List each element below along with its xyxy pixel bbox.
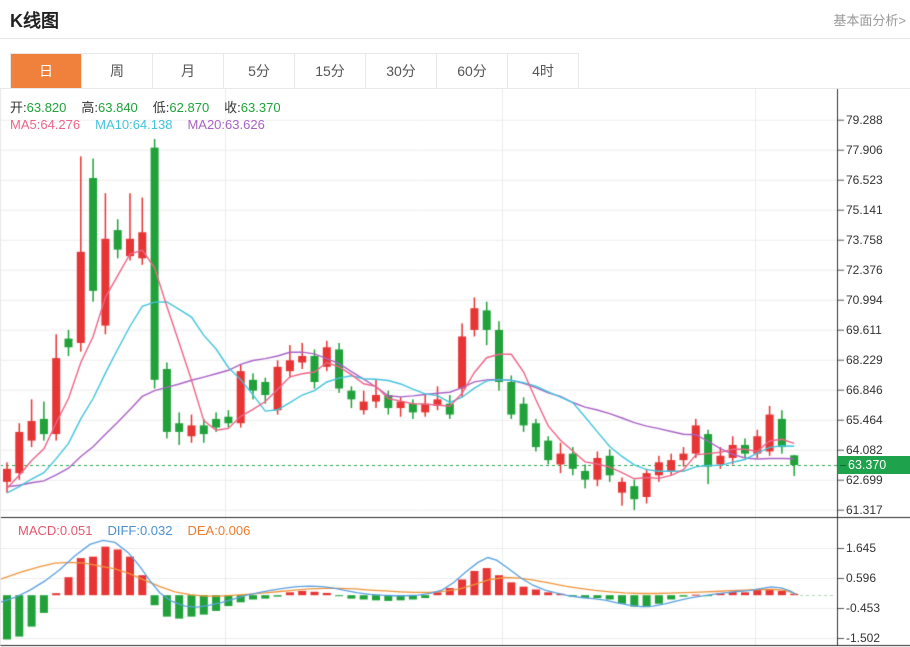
tab-5分[interactable]: 5分 <box>224 54 295 89</box>
tab-15分[interactable]: 15分 <box>295 54 366 89</box>
macd-legend: MACD:0.051 DIFF:0.032 DEA:0.006 <box>18 523 265 538</box>
legend-item-close: 收:63.370 <box>224 97 280 116</box>
price-axis-label: 62.699 <box>846 473 883 487</box>
price-axis-label: 75.141 <box>846 203 883 217</box>
price-axis-label: 64.082 <box>846 443 883 457</box>
price-axis-label: 79.288 <box>846 113 883 127</box>
tab-月[interactable]: 月 <box>153 54 224 89</box>
legend-item-dea: DEA:0.006 <box>187 523 250 538</box>
legend-item-ma5: MA5:64.276 <box>10 117 80 132</box>
legend-item-open: 开:63.820 <box>10 97 66 116</box>
ma-legend: MA5:64.276 MA10:64.138 MA20:63.626 <box>10 117 280 132</box>
tabbar-bottom-divider <box>0 88 910 89</box>
macd-axis-label: -1.502 <box>846 631 880 645</box>
interval-tabbar: 日周月5分15分30分60分4时 <box>10 53 579 89</box>
price-axis-label: 72.376 <box>846 263 883 277</box>
current-price-tag: 63.370 <box>838 456 910 474</box>
price-axis-label: 65.464 <box>846 413 883 427</box>
macd-axis-label: 1.645 <box>846 541 876 555</box>
ohlc-legend: 开:63.820 高:63.840 低:62.870 收:63.370 <box>10 97 296 116</box>
macd-axis-label: 0.596 <box>846 571 876 585</box>
legend-item-diff: DIFF:0.032 <box>107 523 172 538</box>
tab-日[interactable]: 日 <box>11 54 82 89</box>
legend-item-high: 高:63.840 <box>81 97 137 116</box>
macd-axis-label: -0.453 <box>846 601 880 615</box>
legend-item-low: 低:62.870 <box>153 97 209 116</box>
tab-60分[interactable]: 60分 <box>437 54 508 89</box>
price-axis-label: 77.906 <box>846 143 883 157</box>
page-title: K线图 <box>10 7 59 33</box>
fundamental-analysis-link[interactable]: 基本面分析> <box>833 10 906 29</box>
tab-30分[interactable]: 30分 <box>366 54 437 89</box>
tab-4时[interactable]: 4时 <box>508 54 578 89</box>
price-axis-label: 66.846 <box>846 383 883 397</box>
tab-周[interactable]: 周 <box>82 54 153 89</box>
price-axis-label: 69.611 <box>846 323 882 337</box>
current-price-value: 63.370 <box>848 458 886 472</box>
price-axis-label: 68.229 <box>846 353 883 367</box>
price-axis-label: 73.758 <box>846 233 883 247</box>
legend-item-macd: MACD:0.051 <box>18 523 92 538</box>
title-divider <box>0 38 910 39</box>
price-axis-label: 76.523 <box>846 173 883 187</box>
price-axis-label: 70.994 <box>846 293 883 307</box>
price-axis-label: 61.317 <box>846 503 883 517</box>
legend-item-ma10: MA10:64.138 <box>95 117 172 132</box>
legend-item-ma20: MA20:63.626 <box>187 117 264 132</box>
